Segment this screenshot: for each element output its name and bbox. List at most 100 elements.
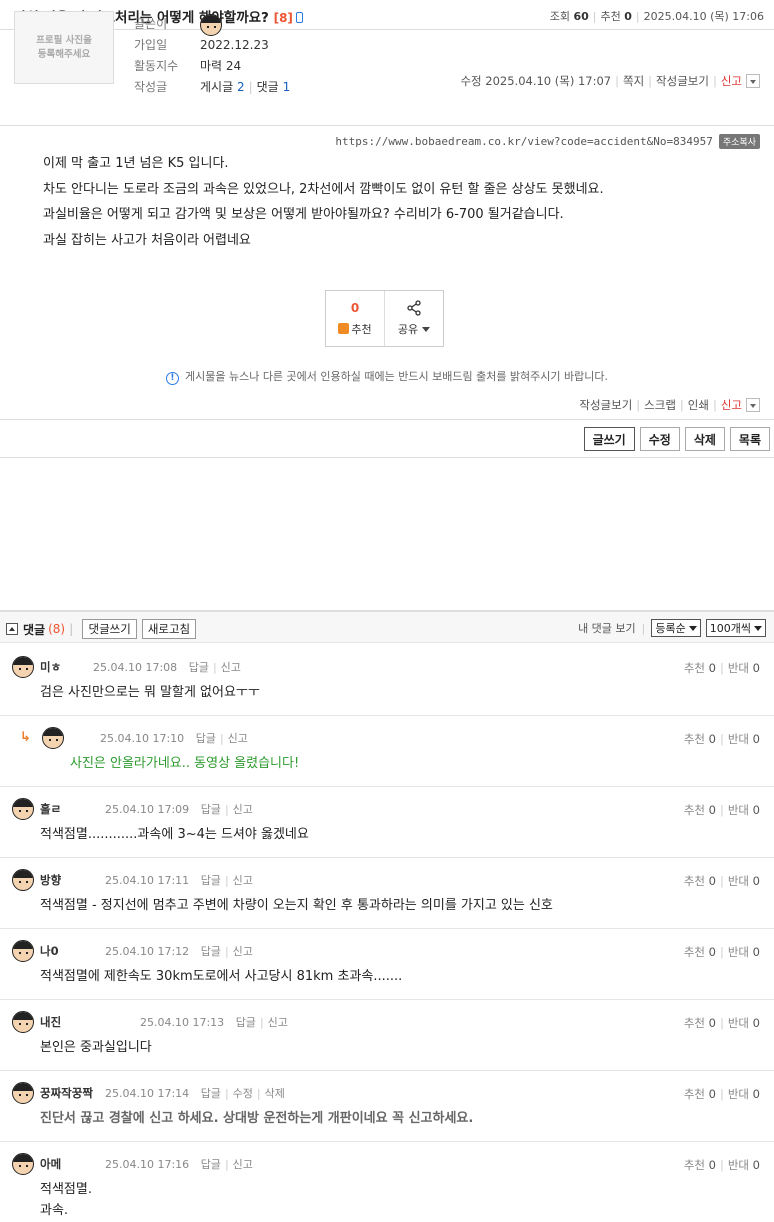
comment-rec-button[interactable]: 추천 0 xyxy=(684,1087,716,1101)
comment-rec-button[interactable]: 추천 0 xyxy=(684,732,716,746)
join-date: 2022.12.23 xyxy=(200,38,269,52)
comment-rec-button[interactable]: 추천 0 xyxy=(684,661,716,675)
more-dropdown-icon[interactable] xyxy=(746,74,760,88)
comment-opp-button[interactable]: 반대 0 xyxy=(728,945,760,959)
refresh-button[interactable]: 새로고침 xyxy=(141,619,197,639)
delete-button[interactable]: 삭제 xyxy=(684,427,725,451)
recommend-button[interactable]: 0 추천 xyxy=(326,291,384,346)
per-page-select[interactable]: 100개씩 xyxy=(705,619,766,637)
scrap-link[interactable]: 스크랩 xyxy=(644,397,676,413)
comment-opp-button[interactable]: 반대 0 xyxy=(728,1158,760,1172)
list-button[interactable]: 목록 xyxy=(729,427,770,451)
comment-action[interactable]: 답글 xyxy=(201,1087,221,1100)
recommend-box-label: 추천 xyxy=(351,322,372,336)
comment-opp-button[interactable]: 반대 0 xyxy=(728,874,760,888)
comment-action[interactable]: 답글 xyxy=(189,661,209,674)
comment-action[interactable]: 답글 xyxy=(201,803,221,816)
comment-action[interactable]: 답글 xyxy=(196,732,216,745)
comment-text: 사진은 안올라가네요.. 동영상 올렸습니다! xyxy=(70,753,299,774)
comment-opp-button[interactable]: 반대 0 xyxy=(728,661,760,675)
my-comments-link[interactable]: 내 댓글 보기 xyxy=(578,620,636,636)
commenter-avatar[interactable] xyxy=(12,798,34,820)
comment-text: 진단서 끊고 경찰에 신고 하세요. 상대방 운전하는게 개판이네요 꼭 신고하… xyxy=(40,1108,473,1129)
comment-opp-button[interactable]: 반대 0 xyxy=(728,1087,760,1101)
commenter-nick[interactable]: 꿍짜작꿍짝 xyxy=(40,1085,93,1101)
comment-action[interactable]: 신고 xyxy=(233,874,253,887)
commenter-avatar[interactable] xyxy=(12,869,34,891)
comment-action[interactable]: 답글 xyxy=(236,1016,256,1029)
print-link[interactable]: 인쇄 xyxy=(688,397,709,413)
posts-count[interactable]: 2 xyxy=(237,80,245,94)
profile-photo-placeholder: 프로필 사진을 등록해주세요 xyxy=(14,11,114,84)
write-button[interactable]: 글쓰기 xyxy=(583,427,635,451)
comment-rec-button[interactable]: 추천 0 xyxy=(684,945,716,959)
commenter-avatar[interactable] xyxy=(42,727,64,749)
collapse-icon[interactable] xyxy=(6,623,18,635)
commenter-nick[interactable]: 홀ㄹ xyxy=(40,801,61,817)
commenter-nick[interactable]: 내진 xyxy=(40,1014,61,1030)
comment-opp-button[interactable]: 반대 0 xyxy=(728,803,760,817)
thumbs-up-icon xyxy=(338,322,350,334)
chevron-down-icon xyxy=(754,625,762,631)
divider xyxy=(0,419,774,420)
commenter-avatar[interactable] xyxy=(12,656,34,678)
comment-votes: 추천 0 | 반대 0 xyxy=(683,661,760,675)
author-avatar[interactable] xyxy=(200,13,222,36)
view-posts-link-bottom[interactable]: 작성글보기 xyxy=(579,397,632,413)
comment-rec-button[interactable]: 추천 0 xyxy=(684,1016,716,1030)
commenter-nick[interactable]: 방향 xyxy=(40,872,61,888)
comment-text-line: 적색점멸............과속에 3~4는 드셔야 옳겠네요 xyxy=(40,827,309,842)
comment-votes: 추천 0 | 반대 0 xyxy=(683,803,760,817)
post-url-text: https://www.bobaedream.co.kr/view?code=a… xyxy=(335,135,713,148)
recommend-share-box: 0 추천 공유 xyxy=(325,290,444,347)
commenter-nick[interactable]: 나0 xyxy=(40,943,59,959)
commenter-nick[interactable]: 아메 xyxy=(40,1156,61,1172)
comment-meta: 25.04.10 17:16 답글 | 신고 xyxy=(105,1158,253,1171)
comment-action[interactable]: 신고 xyxy=(228,732,248,745)
replies-count[interactable]: 1 xyxy=(283,80,291,94)
comment-action[interactable]: 신고 xyxy=(233,803,253,816)
comment-action[interactable]: 신고 xyxy=(233,945,253,958)
comment-item: 미ㅎ 25.04.10 17:08 답글 | 신고 추천 0 | 반대 0 검은 사진만으로는… xyxy=(0,645,774,716)
comment-action[interactable]: 수정 xyxy=(233,1087,253,1100)
comment-meta: 25.04.10 17:08 답글 | 신고 xyxy=(93,661,241,674)
commenter-nick[interactable]: 미ㅎ xyxy=(40,659,61,675)
copy-url-button[interactable]: 주소복사 xyxy=(718,134,760,149)
comment-item: 방향 25.04.10 17:11 답글 | 신고 추천 0 | 반대 0 적색점멸 - 정지… xyxy=(0,858,774,929)
sort-select[interactable]: 등록순 xyxy=(651,619,701,637)
comment-rec-button[interactable]: 추천 0 xyxy=(684,874,716,888)
comment-action[interactable]: 답글 xyxy=(201,945,221,958)
comment-rec-button[interactable]: 추천 0 xyxy=(684,803,716,817)
comment-time: 25.04.10 17:14 xyxy=(105,1087,190,1100)
comment-action[interactable]: 삭제 xyxy=(265,1087,285,1100)
comment-time: 25.04.10 17:12 xyxy=(105,945,190,958)
comment-action[interactable]: 답글 xyxy=(201,874,221,887)
comment-opp-button[interactable]: 반대 0 xyxy=(728,1016,760,1030)
comment-action[interactable]: 신고 xyxy=(221,661,241,674)
view-posts-link[interactable]: 작성글보기 xyxy=(656,73,709,89)
edit-button[interactable]: 수정 xyxy=(639,427,680,451)
commenter-avatar[interactable] xyxy=(12,1011,34,1033)
modified-date: 수정 2025.04.10 (목) 17:07 xyxy=(460,74,612,88)
write-comment-button[interactable]: 댓글쓰기 xyxy=(82,619,137,639)
share-button[interactable]: 공유 xyxy=(384,291,443,346)
commenter-avatar[interactable] xyxy=(12,940,34,962)
comment-text: 적색점멸............과속에 3~4는 드셔야 옳겠네요 xyxy=(40,824,309,845)
comment-text: 적색점멸에 제한속도 30km도로에서 사고당시 81km 초과속....... xyxy=(40,966,402,987)
comment-opp-button[interactable]: 반대 0 xyxy=(728,732,760,746)
activity-score: 마력 24 xyxy=(200,59,242,73)
content-line: 과실비율은 어떻게 되고 감가액 및 보상은 어떻게 받아야될까요? 수리비가 … xyxy=(43,207,564,222)
commenter-avatar[interactable] xyxy=(12,1153,34,1175)
comment-action[interactable]: 신고 xyxy=(268,1016,288,1029)
comment-time: 25.04.10 17:13 xyxy=(140,1016,225,1029)
message-link[interactable]: 쪽지 xyxy=(623,73,644,89)
comment-action[interactable]: 신고 xyxy=(233,1158,253,1171)
report-link-bottom[interactable]: 신고 xyxy=(721,397,742,413)
comment-rec-button[interactable]: 추천 0 xyxy=(684,1158,716,1172)
report-link[interactable]: 신고 xyxy=(721,73,742,89)
recommend-label: 추천 xyxy=(600,10,621,23)
commenter-avatar[interactable] xyxy=(12,1082,34,1104)
more-dropdown-icon-bottom[interactable] xyxy=(746,398,760,412)
comment-action[interactable]: 답글 xyxy=(201,1158,221,1171)
comment-meta: 25.04.10 17:10 답글 | 신고 xyxy=(100,732,248,745)
